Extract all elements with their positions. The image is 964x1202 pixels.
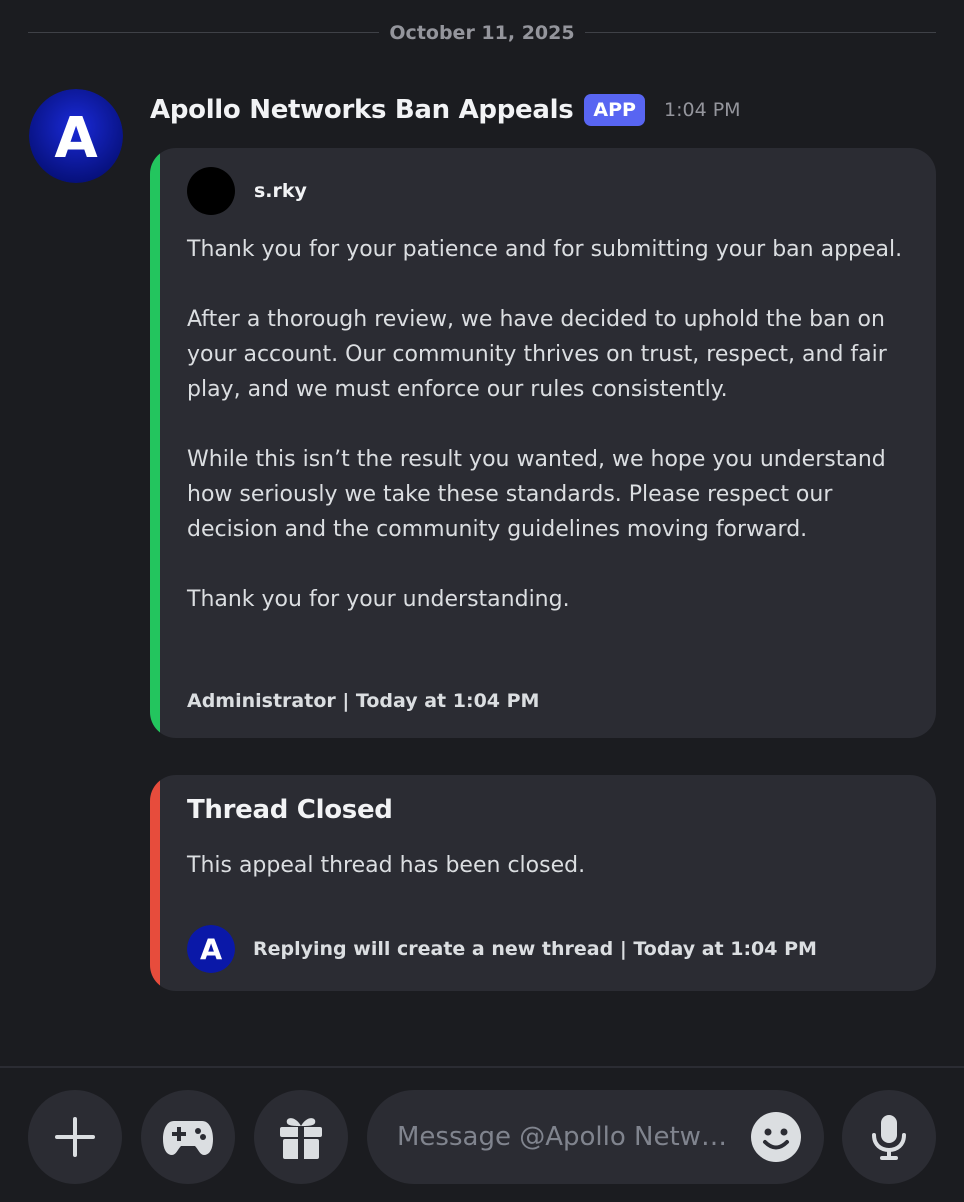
emoji-icon bbox=[751, 1112, 801, 1162]
date-divider: October 11, 2025 bbox=[28, 20, 936, 46]
voice-message-button[interactable] bbox=[842, 1090, 936, 1184]
embed-footer-text: Replying will create a new thread | Toda… bbox=[253, 938, 817, 960]
embed-paragraph: While this isn’t the result you wanted, … bbox=[187, 447, 886, 542]
embed-footer: A Replying will create a new thread | To… bbox=[187, 925, 817, 973]
divider-line-right bbox=[585, 32, 936, 33]
bot-avatar[interactable]: A bbox=[29, 89, 123, 183]
plus-icon bbox=[55, 1117, 95, 1157]
thread-closed-embed: Thread Closed This appeal thread has bee… bbox=[150, 775, 936, 991]
svg-text:A: A bbox=[200, 933, 222, 967]
composer-bar bbox=[0, 1066, 964, 1202]
embed-accent-bar bbox=[150, 148, 160, 738]
svg-text:A: A bbox=[54, 106, 98, 171]
embed-footer: Administrator | Today at 1:04 PM bbox=[187, 690, 540, 712]
message-timestamp: 1:04 PM bbox=[663, 99, 741, 121]
message-author[interactable]: Apollo Networks Ban Appeals bbox=[150, 95, 574, 125]
embed-paragraph: Thank you for your understanding. bbox=[187, 587, 570, 612]
footer-avatar-icon: A bbox=[187, 925, 235, 973]
microphone-icon bbox=[872, 1115, 906, 1160]
emoji-button[interactable] bbox=[750, 1111, 802, 1163]
message-header: Apollo Networks Ban Appeals APP 1:04 PM bbox=[150, 90, 741, 130]
embed-accent-bar bbox=[150, 775, 160, 991]
app-badge: APP bbox=[584, 94, 645, 126]
embed-author-name[interactable]: s.rky bbox=[254, 180, 307, 202]
message-input-container bbox=[367, 1090, 824, 1184]
embed-author: s.rky bbox=[187, 167, 307, 215]
embed-paragraph: After a thorough review, we have decided… bbox=[187, 307, 887, 402]
appeal-result-embed: s.rky Thank you for your patience and fo… bbox=[150, 148, 936, 738]
gamepad-icon bbox=[163, 1121, 213, 1155]
gift-button[interactable] bbox=[254, 1090, 348, 1184]
embed-author-avatar[interactable] bbox=[187, 167, 235, 215]
divider-date: October 11, 2025 bbox=[389, 22, 575, 44]
activities-button[interactable] bbox=[141, 1090, 235, 1184]
embed-description: Thank you for your patience and for subm… bbox=[187, 232, 907, 617]
embed-paragraph: Thank you for your patience and for subm… bbox=[187, 237, 903, 262]
embed-description: This appeal thread has been closed. bbox=[187, 853, 586, 878]
add-attachment-button[interactable] bbox=[28, 1090, 122, 1184]
embed-title: Thread Closed bbox=[187, 795, 393, 825]
gift-icon bbox=[280, 1118, 322, 1159]
message-input[interactable] bbox=[397, 1090, 737, 1184]
